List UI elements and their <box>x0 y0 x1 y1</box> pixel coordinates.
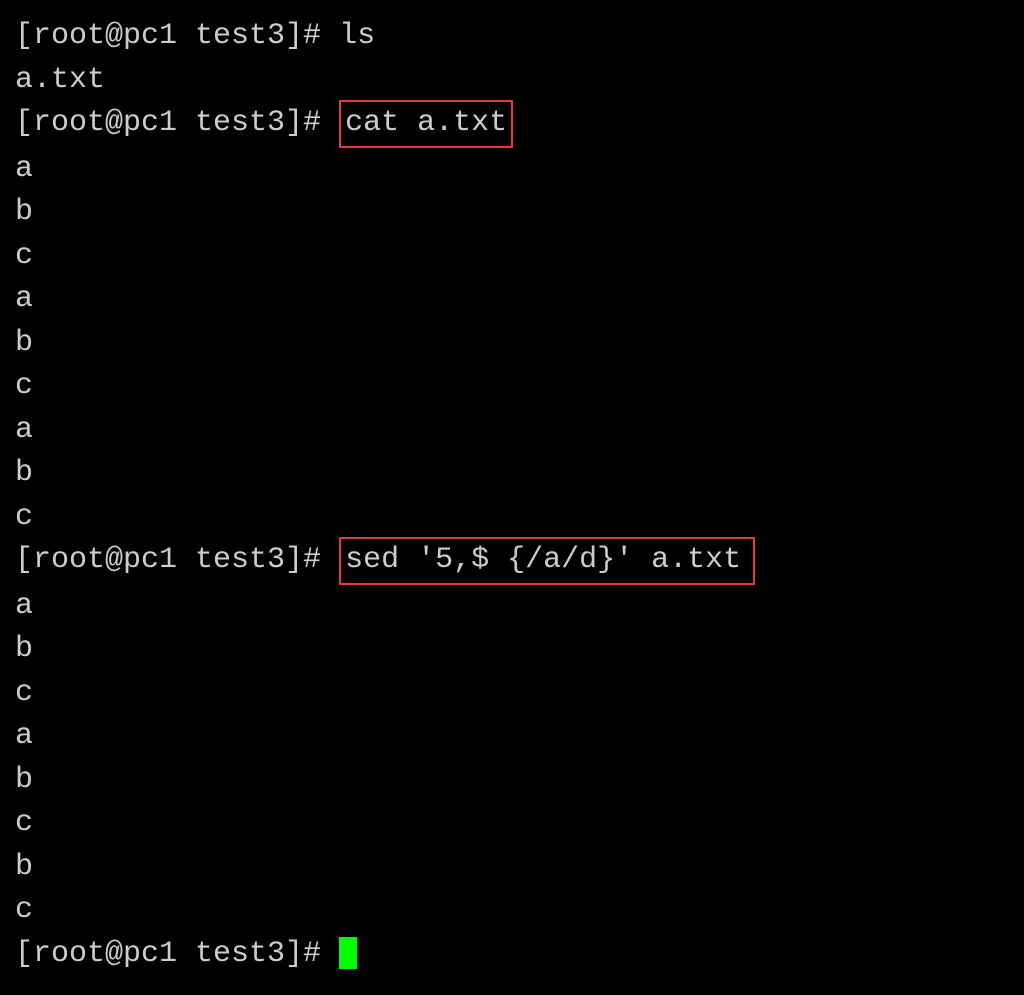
output-text: b <box>15 326 33 360</box>
terminal-line: b <box>15 322 1019 366</box>
output-text: c <box>15 500 33 534</box>
terminal-line: b <box>15 628 1019 672</box>
terminal-line: [root@pc1 test3]# cat a.txt <box>15 102 1019 148</box>
shell-prompt: [root@pc1 test3]# <box>15 106 339 140</box>
terminal-output[interactable]: [root@pc1 test3]# ls a.txt [root@pc1 test3… <box>15 15 1019 976</box>
shell-prompt: [root@pc1 test3]# <box>15 937 339 971</box>
terminal-line: a <box>15 278 1019 322</box>
output-text: c <box>15 893 33 927</box>
output-text: b <box>15 632 33 666</box>
shell-prompt: [root@pc1 test3]# <box>15 19 339 53</box>
output-text: a <box>15 719 33 753</box>
shell-command: cat a.txt <box>339 100 513 148</box>
output-text: c <box>15 806 33 840</box>
output-text: b <box>15 195 33 229</box>
terminal-line: a <box>15 148 1019 192</box>
terminal-line: b <box>15 846 1019 890</box>
output-text: b <box>15 763 33 797</box>
terminal-line: b <box>15 759 1019 803</box>
terminal-line: a <box>15 715 1019 759</box>
shell-prompt: [root@pc1 test3]# <box>15 543 339 577</box>
terminal-line: [root@pc1 test3]# sed '5,$ {/a/d}' a.txt <box>15 539 1019 585</box>
terminal-line: [root@pc1 test3]# ls <box>15 15 1019 59</box>
output-text: c <box>15 369 33 403</box>
terminal-line: a <box>15 585 1019 629</box>
terminal-line: c <box>15 672 1019 716</box>
terminal-line: a.txt <box>15 59 1019 103</box>
output-text: a <box>15 282 33 316</box>
output-text: c <box>15 239 33 273</box>
terminal-line: b <box>15 452 1019 496</box>
terminal-line: c <box>15 365 1019 409</box>
output-text: a <box>15 152 33 186</box>
shell-command: sed '5,$ {/a/d}' a.txt <box>339 537 755 585</box>
output-text: b <box>15 456 33 490</box>
output-text: a.txt <box>15 63 105 97</box>
terminal-line: c <box>15 802 1019 846</box>
terminal-line: c <box>15 496 1019 540</box>
cursor-icon <box>339 937 357 969</box>
terminal-line: [root@pc1 test3]# <box>15 933 1019 977</box>
output-text: a <box>15 589 33 623</box>
output-text: a <box>15 413 33 447</box>
output-text: b <box>15 850 33 884</box>
shell-command: ls <box>339 19 375 53</box>
terminal-line: b <box>15 191 1019 235</box>
terminal-line: c <box>15 889 1019 933</box>
terminal-line: a <box>15 409 1019 453</box>
terminal-line: c <box>15 235 1019 279</box>
output-text: c <box>15 676 33 710</box>
